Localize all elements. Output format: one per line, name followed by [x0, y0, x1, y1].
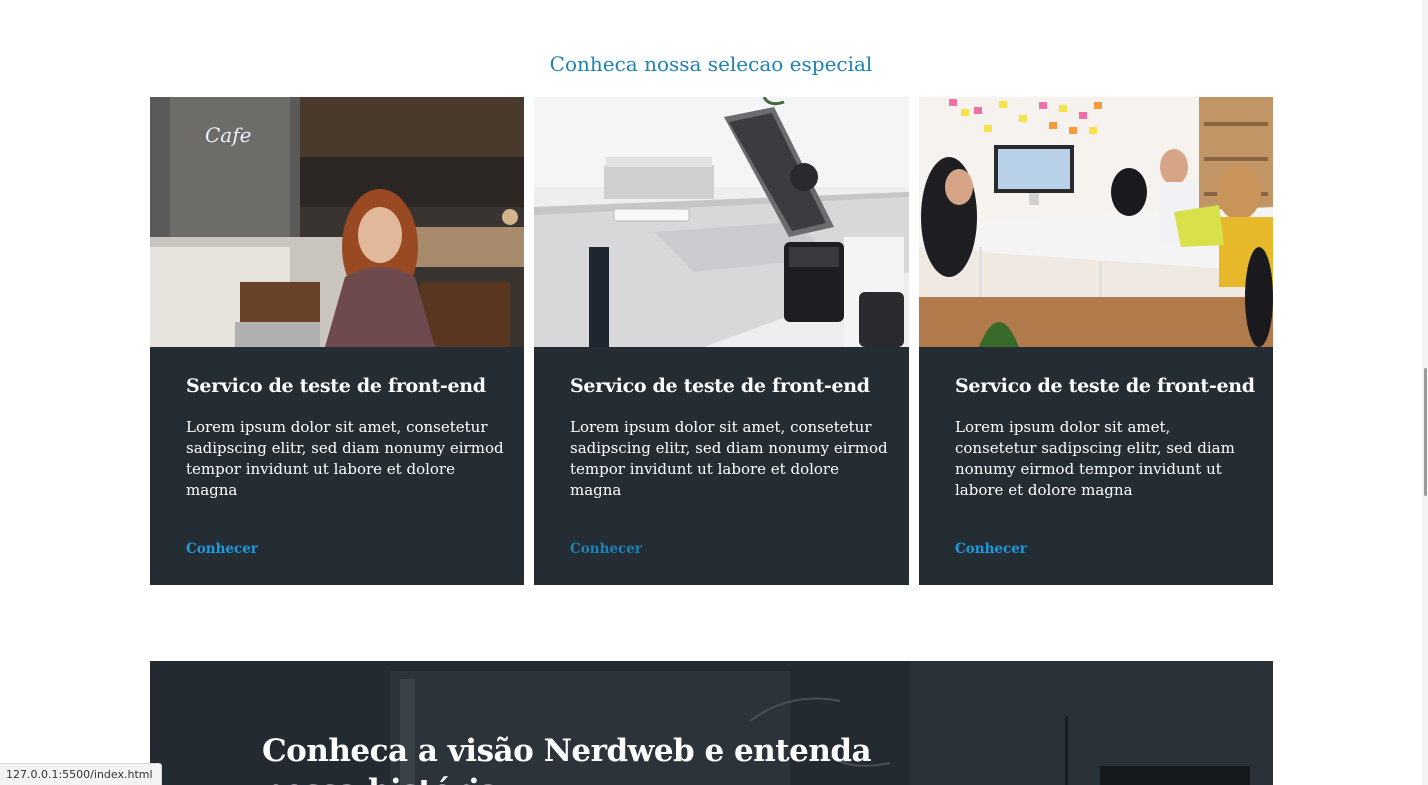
card-link-conhecer[interactable]: Conhecer	[186, 541, 258, 557]
cards-grid: Cafe Servico de teste de front-end Lorem…	[150, 97, 1273, 585]
card-link-conhecer[interactable]: Conhecer	[955, 541, 1027, 557]
service-card: Cafe Servico de teste de front-end Lorem…	[150, 97, 524, 585]
service-card: Servico de teste de front-end Lorem ipsu…	[534, 97, 909, 585]
page: Conheca nossa selecao especial Cafe Serv…	[0, 0, 1428, 785]
scrollbar-thumb[interactable]	[1424, 368, 1427, 496]
card-text: Lorem ipsum dolor sit amet, consetetur s…	[186, 418, 504, 499]
card-text: Lorem ipsum dolor sit amet, consetetur s…	[955, 418, 1235, 499]
card-link-conhecer[interactable]: Conhecer	[570, 541, 642, 557]
card-title: Servico de teste de front-end	[570, 375, 870, 397]
service-card: Servico de teste de front-end Lorem ipsu…	[919, 97, 1273, 585]
status-bar-url: 127.0.0.1:5500/index.html	[0, 763, 162, 785]
banner-title: Conheca a visão Nerdweb e entenda nossa …	[262, 733, 872, 785]
card-image-laptop-desk	[534, 97, 909, 347]
card-image-woman-laptop-cafe: Cafe	[150, 97, 524, 347]
card-title: Servico de teste de front-end	[955, 375, 1255, 397]
card-text: Lorem ipsum dolor sit amet, consetetur s…	[570, 418, 888, 499]
card-title: Servico de teste de front-end	[186, 375, 486, 397]
svg-text:Cafe: Cafe	[205, 123, 251, 147]
card-image-team-meeting	[919, 97, 1273, 347]
scrollbar[interactable]	[1422, 0, 1428, 785]
section-title: Conheca nossa selecao especial	[549, 52, 873, 76]
vision-banner: Conheca a visão Nerdweb e entenda nossa …	[150, 661, 1273, 785]
